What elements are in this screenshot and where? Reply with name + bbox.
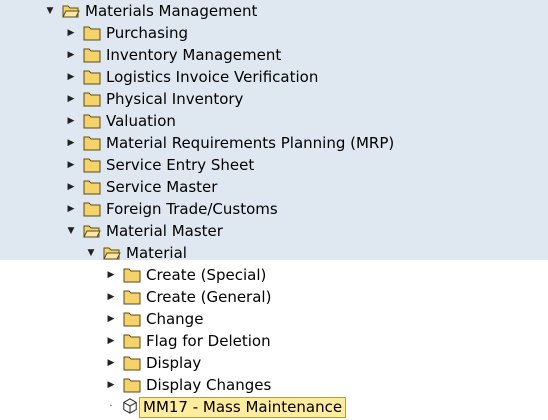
tree-node-foreign-trade-customs[interactable]: ▶ Foreign Trade/Customs	[0, 198, 548, 220]
collapsed-arrow-icon[interactable]: ▶	[66, 66, 76, 88]
collapsed-arrow-icon[interactable]: ▶	[106, 352, 116, 374]
collapsed-arrow-icon[interactable]: ▶	[66, 22, 76, 44]
tree-node-display-changes[interactable]: ▶ Display Changes	[0, 374, 548, 396]
tree-node-label: Foreign Trade/Customs	[106, 200, 278, 218]
collapsed-arrow-icon[interactable]: ▶	[66, 88, 76, 110]
folder-open-icon	[83, 225, 101, 238]
folder-icon	[123, 268, 141, 283]
tree-node-inventory-management[interactable]: ▶ Inventory Management	[0, 44, 548, 66]
tree-node-logistics-invoice-verification[interactable]: ▶ Logistics Invoice Verification	[0, 66, 548, 88]
tree-node-label: Valuation	[106, 112, 176, 130]
collapsed-arrow-icon[interactable]: ▶	[106, 308, 116, 330]
folder-icon	[123, 334, 141, 349]
tree-node-purchasing[interactable]: ▶ Purchasing	[0, 22, 548, 44]
menu-tree: ▼ Materials Management ▶ Purchasing ▶ In…	[0, 0, 548, 420]
expanded-arrow-icon[interactable]: ▼	[86, 242, 96, 264]
tree-node-material-master[interactable]: ▼ Material Master	[0, 220, 548, 242]
tree-node-label: Materials Management	[85, 2, 258, 20]
expanded-arrow-icon[interactable]: ▼	[45, 0, 55, 22]
collapsed-arrow-icon[interactable]: ▶	[106, 286, 116, 308]
folder-open-icon	[62, 5, 80, 18]
collapsed-arrow-icon[interactable]: ▶	[106, 264, 116, 286]
tree-node-create-general[interactable]: ▶ Create (General)	[0, 286, 548, 308]
collapsed-arrow-icon[interactable]: ▶	[66, 198, 76, 220]
transaction-cube-icon	[123, 398, 137, 414]
tree-node-label: Create (Special)	[146, 266, 267, 284]
tree-node-label: Create (General)	[146, 288, 272, 306]
folder-icon	[83, 26, 101, 41]
tree-node-create-special[interactable]: ▶ Create (Special)	[0, 264, 548, 286]
tree-node-mm17-mass-maintenance[interactable]: · MM17 - Mass Maintenance	[0, 396, 548, 418]
tree-node-materials-management[interactable]: ▼ Materials Management	[0, 0, 548, 22]
tree-node-label: Purchasing	[106, 24, 189, 42]
tree-node-flag-for-deletion[interactable]: ▶ Flag for Deletion	[0, 330, 548, 352]
tree-node-service-master[interactable]: ▶ Service Master	[0, 176, 548, 198]
collapsed-arrow-icon[interactable]: ▶	[106, 374, 116, 396]
folder-icon	[123, 356, 141, 371]
folder-open-icon	[103, 247, 121, 260]
tree-node-display[interactable]: ▶ Display	[0, 352, 548, 374]
tree-node-service-entry-sheet[interactable]: ▶ Service Entry Sheet	[0, 154, 548, 176]
tree-node-mrp[interactable]: ▶ Material Requirements Planning (MRP)	[0, 132, 548, 154]
folder-icon	[123, 312, 141, 327]
tree-node-label: Service Master	[106, 178, 218, 196]
folder-icon	[83, 202, 101, 217]
tree-node-material[interactable]: ▼ Material	[0, 242, 548, 264]
tree-node-valuation[interactable]: ▶ Valuation	[0, 110, 548, 132]
selected-transaction-label[interactable]: MM17 - Mass Maintenance	[139, 397, 347, 418]
collapsed-arrow-icon[interactable]: ▶	[66, 176, 76, 198]
folder-icon	[83, 180, 101, 195]
tree-node-label: Display	[146, 354, 202, 372]
folder-icon	[83, 70, 101, 85]
collapsed-arrow-icon[interactable]: ▶	[66, 132, 76, 154]
tree-node-label: Material	[126, 244, 187, 262]
folder-icon	[83, 114, 101, 129]
folder-icon	[83, 136, 101, 151]
folder-icon	[123, 290, 141, 305]
tree-node-physical-inventory[interactable]: ▶ Physical Inventory	[0, 88, 548, 110]
leaf-bullet-icon: ·	[109, 401, 113, 412]
collapsed-arrow-icon[interactable]: ▶	[66, 154, 76, 176]
collapsed-arrow-icon[interactable]: ▶	[106, 330, 116, 352]
collapsed-arrow-icon[interactable]: ▶	[66, 110, 76, 132]
tree-node-label: Physical Inventory	[106, 90, 244, 108]
tree-node-label: Logistics Invoice Verification	[106, 68, 319, 86]
tree-node-label: Material Requirements Planning (MRP)	[106, 134, 395, 152]
tree-node-label: Display Changes	[146, 376, 272, 394]
tree-node-label: Material Master	[106, 222, 223, 240]
tree-node-label: Service Entry Sheet	[106, 156, 255, 174]
tree-node-label: Change	[146, 310, 204, 328]
tree-node-label: Inventory Management	[106, 46, 282, 64]
tree-node-change[interactable]: ▶ Change	[0, 308, 548, 330]
tree-node-label: Flag for Deletion	[146, 332, 271, 350]
folder-icon	[83, 48, 101, 63]
expanded-arrow-icon[interactable]: ▼	[66, 220, 76, 242]
folder-icon	[83, 158, 101, 173]
folder-icon	[83, 92, 101, 107]
collapsed-arrow-icon[interactable]: ▶	[66, 44, 76, 66]
folder-icon	[123, 378, 141, 393]
